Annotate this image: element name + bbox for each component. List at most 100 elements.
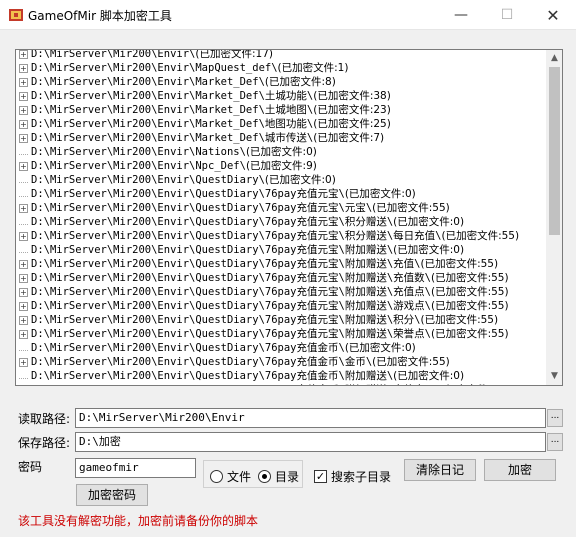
tree-row-count: (已加密文件:55) [372, 202, 450, 214]
radio-directory[interactable]: 目录 [258, 468, 299, 485]
tree-row-count: (已加密文件:17) [195, 50, 273, 60]
directory-tree[interactable]: + D:\MirServer\Mir200\Envir\(已加密文件:17) + D:… [15, 49, 563, 386]
tree-row-path: D:\MirServer\Mir200\Envir\ [31, 50, 196, 60]
tree-row-path: D:\MirServer\Mir200\Envir\Market_Def\地图功… [31, 118, 314, 130]
plus-expander-icon[interactable]: + [19, 357, 28, 367]
plus-expander-icon[interactable]: + [19, 50, 28, 59]
tree-row[interactable]: + D:\MirServer\Mir200\Envir\Market_Def\土城… [19, 103, 391, 117]
plus-expander-icon[interactable]: + [19, 119, 28, 129]
tree-row[interactable]: D:\MirServer\Mir200\Envir\Nations\(已加密文件… [19, 145, 317, 159]
password-input[interactable]: gameofmir [75, 458, 196, 478]
close-button[interactable]: ✕ [530, 0, 576, 30]
plus-expander-icon[interactable]: + [19, 161, 28, 171]
tree-row[interactable]: +D:\MirServer\Mir200\Envir\QuestDiary\76… [19, 229, 519, 243]
radio-directory-label: 目录 [275, 470, 300, 484]
plus-expander-icon[interactable]: + [19, 91, 28, 101]
tree-row[interactable]: +D:\MirServer\Mir200\Envir\QuestDiary\76… [19, 271, 509, 285]
plus-expander-icon[interactable]: + [19, 203, 28, 213]
maximize-button[interactable]: ☐ [484, 0, 530, 30]
radio-file[interactable]: 文件 [210, 468, 251, 485]
tree-row[interactable]: D:\MirServer\Mir200\Envir\QuestDiary\76p… [19, 215, 464, 229]
tree-row-path: D:\MirServer\Mir200\Envir\QuestDiary\76p… [31, 244, 394, 256]
plus-expander-icon[interactable]: + [19, 301, 28, 311]
radio-file-indicator [210, 470, 223, 483]
tree-row[interactable]: + D:\MirServer\Mir200\Envir\Market_Def\地图… [19, 117, 391, 131]
tree-row[interactable]: D:\MirServer\Mir200\Envir\QuestDiary\(已加… [19, 173, 336, 187]
save-path-label: 保存路径: [18, 436, 71, 450]
read-path-browse-button[interactable]: ... [547, 409, 563, 427]
scroll-up-arrow-icon[interactable]: ▲ [546, 50, 562, 67]
save-path-input[interactable]: D:\加密 [75, 432, 546, 452]
window-title: GameOfMir 脚本加密工具 [28, 9, 172, 23]
tree-row-path: D:\MirServer\Mir200\Envir\QuestDiary\76p… [31, 300, 431, 312]
tree-row-count: (已加密文件:55) [441, 230, 520, 242]
tree-row[interactable]: D:\MirServer\Mir200\Envir\QuestDiary\76p… [19, 369, 464, 383]
tree-connector [19, 373, 28, 379]
tree-row[interactable]: + D:\MirServer\Mir200\Envir\(已加密文件:17) [19, 50, 273, 61]
tree-row-count: (已加密文件:1) [277, 62, 349, 74]
tree-row-path: D:\MirServer\Mir200\Envir\QuestDiary\76p… [31, 188, 345, 200]
tree-row-path: D:\MirServer\Mir200\Envir\QuestDiary\76p… [31, 286, 431, 298]
tree-row-path: D:\MirServer\Mir200\Envir\QuestDiary\76p… [31, 384, 431, 385]
encrypt-button[interactable]: 加密 [484, 459, 556, 481]
tree-row[interactable]: + D:\MirServer\Mir200\Envir\Market_Def\(已… [19, 75, 336, 89]
tree-row-count: (已加密文件:55) [430, 272, 509, 284]
plus-expander-icon[interactable]: + [19, 133, 28, 143]
tree-row-count: (已加密文件:55) [372, 356, 450, 368]
plus-expander-icon[interactable]: + [19, 105, 28, 115]
tree-row[interactable]: + D:\MirServer\Mir200\Envir\Market_Def\土城… [19, 89, 391, 103]
save-path-browse-button[interactable]: ... [547, 433, 563, 451]
tree-row-path: D:\MirServer\Mir200\Envir\MapQuest_def\ [31, 62, 278, 74]
tree-row-path: D:\MirServer\Mir200\Envir\QuestDiary\76p… [31, 230, 442, 242]
plus-expander-icon[interactable]: + [19, 259, 28, 269]
tree-row-path: D:\MirServer\Mir200\Envir\Market_Def\土城功… [31, 90, 314, 102]
tree-row[interactable]: +D:\MirServer\Mir200\Envir\QuestDiary\76… [19, 327, 509, 341]
tree-row[interactable]: +D:\MirServer\Mir200\Envir\QuestDiary\76… [19, 285, 509, 299]
tree-row[interactable]: D:\MirServer\Mir200\Envir\QuestDiary\76p… [19, 243, 464, 257]
minimize-button[interactable]: — [438, 0, 484, 30]
tree-row-path: D:\MirServer\Mir200\Envir\QuestDiary\76p… [31, 328, 431, 340]
clear-log-button[interactable]: 清除日记 [404, 459, 476, 481]
ellipsis-icon: ... [550, 411, 560, 421]
plus-expander-icon[interactable]: + [19, 329, 28, 339]
tree-row[interactable]: +D:\MirServer\Mir200\Envir\QuestDiary\76… [19, 299, 509, 313]
tree-row[interactable]: +D:\MirServer\Mir200\Envir\QuestDiary\76… [19, 355, 450, 369]
tree-row[interactable]: +D:\MirServer\Mir200\Envir\QuestDiary\76… [19, 313, 498, 327]
plus-expander-icon[interactable]: + [19, 273, 28, 283]
plus-expander-icon[interactable]: + [19, 63, 28, 73]
read-path-input[interactable]: D:\MirServer\Mir200\Envir [75, 408, 546, 428]
tree-row-path: D:\MirServer\Mir200\Envir\Market_Def\ [31, 76, 265, 88]
app-logo-icon [9, 9, 23, 21]
tree-row-count: (已加密文件:0) [264, 174, 336, 186]
plus-expander-icon[interactable]: + [19, 315, 28, 325]
plus-expander-icon[interactable]: + [19, 287, 28, 297]
tree-row[interactable]: +D:\MirServer\Mir200\Envir\QuestDiary\76… [19, 383, 509, 385]
encrypt-password-button[interactable]: 加密密码 [76, 484, 148, 506]
tree-row-count: (已加密文件:0) [393, 216, 465, 228]
tree-row[interactable]: + D:\MirServer\Mir200\Envir\Market_Def\城市… [19, 131, 384, 145]
tree-connector [19, 345, 28, 351]
tree-connector [19, 149, 28, 155]
vertical-scrollbar[interactable]: ▲ ▼ [546, 50, 562, 385]
tree-row-path: D:\MirServer\Mir200\Envir\QuestDiary\76p… [31, 272, 431, 284]
tree-row-path: D:\MirServer\Mir200\Envir\Market_Def\城市传… [31, 132, 314, 144]
tree-row-count: (已加密文件:55) [420, 258, 499, 270]
plus-expander-icon[interactable]: + [19, 231, 28, 241]
tree-row[interactable]: D:\MirServer\Mir200\Envir\QuestDiary\76p… [19, 341, 416, 355]
tree-connector [19, 219, 28, 225]
scroll-thumb[interactable] [549, 67, 560, 235]
tree-row[interactable]: +D:\MirServer\Mir200\Envir\QuestDiary\76… [19, 257, 498, 271]
tree-row[interactable]: + D:\MirServer\Mir200\Envir\Npc_Def\(已加密文… [19, 159, 317, 173]
plus-expander-icon[interactable]: + [19, 77, 28, 87]
scroll-down-arrow-icon[interactable]: ▼ [546, 368, 562, 385]
tree-row-count: (已加密文件:55) [420, 314, 499, 326]
tree-row[interactable]: +D:\MirServer\Mir200\Envir\QuestDiary\76… [19, 201, 450, 215]
tree-row-path: D:\MirServer\Mir200\Envir\QuestDiary\76p… [31, 370, 394, 382]
tree-row-count: (已加密文件:55) [430, 300, 509, 312]
tree-row[interactable]: + D:\MirServer\Mir200\Envir\MapQuest_def\… [19, 61, 348, 75]
read-path-label: 读取路径: [18, 412, 71, 426]
tree-row[interactable]: D:\MirServer\Mir200\Envir\QuestDiary\76p… [19, 187, 416, 201]
search-subdir-checkbox[interactable]: ✓ 搜索子目录 [314, 468, 391, 485]
tree-row-path: D:\MirServer\Mir200\Envir\QuestDiary\76p… [31, 216, 394, 228]
tree-row-path: D:\MirServer\Mir200\Envir\QuestDiary\76p… [31, 314, 421, 326]
